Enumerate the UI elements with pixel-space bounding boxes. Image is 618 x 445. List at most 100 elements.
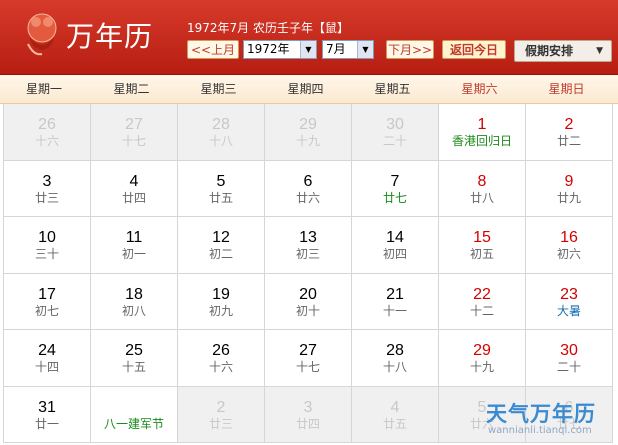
chevron-down-icon: ▼ — [357, 41, 373, 58]
calendar-day-cell[interactable]: 21 十一 — [352, 274, 439, 330]
lunar-date: 香港回归日 — [451, 134, 512, 148]
calendar-day-cell[interactable]: 29 十九 — [265, 104, 352, 161]
lunar-date: 十六 — [34, 134, 59, 148]
lunar-date: 十八 — [382, 360, 407, 374]
day-number: 22 — [473, 286, 491, 303]
lunar-date: 廿四 — [121, 191, 146, 205]
year-select[interactable]: 1972年 ▼ — [243, 40, 317, 59]
lunar-date: 廿七 — [382, 191, 407, 205]
day-number: 30 — [386, 116, 404, 133]
day-number: 12 — [212, 229, 230, 246]
calendar-day-cell[interactable]: 7 廿七 — [352, 161, 439, 217]
watermark-url: wannianli.tianqi.com — [488, 425, 592, 436]
day-number: 16 — [560, 229, 578, 246]
calendar-day-cell[interactable]: 2 廿二 — [526, 104, 613, 161]
lunar-date: 初九 — [208, 304, 233, 318]
calendar-day-cell[interactable]: 30 二十 — [352, 104, 439, 161]
calendar-day-cell[interactable]: 28 十八 — [352, 330, 439, 387]
lunar-date: 十一 — [382, 304, 407, 318]
calendar-day-cell[interactable]: 3 廿四 — [265, 387, 352, 443]
calendar-day-cell[interactable]: 八一建军节 — [91, 387, 178, 443]
calendar-day-cell[interactable]: 17 初七 — [3, 274, 91, 330]
lunar-date: 初六 — [556, 247, 581, 261]
lunar-date: 十二 — [469, 304, 494, 318]
day-number: 29 — [299, 116, 317, 133]
lunar-date: 三十 — [34, 247, 59, 261]
calendar-day-cell[interactable]: 1 香港回归日 — [439, 104, 526, 161]
calendar-day-cell[interactable]: 15 初五 — [439, 217, 526, 274]
calendar-day-cell[interactable]: 3 廿三 — [3, 161, 91, 217]
weekday-label: 星期四 — [287, 82, 324, 96]
return-today-button[interactable]: 返回今日 — [442, 40, 506, 59]
month-select-value: 7月 — [326, 42, 346, 56]
calendar-day-cell[interactable]: 12 初二 — [178, 217, 265, 274]
app-logo: 万年历 — [66, 20, 154, 53]
lunar-date: 十四 — [34, 360, 59, 374]
calendar-day-cell[interactable]: 16 初六 — [526, 217, 613, 274]
weekday-label: 星期一 — [25, 82, 62, 96]
lunar-date: 初七 — [34, 304, 59, 318]
calendar-day-cell[interactable]: 10 三十 — [3, 217, 91, 274]
rat-zodiac-icon — [27, 13, 57, 56]
day-number: 8 — [477, 173, 487, 190]
weekday-label: 星期二 — [113, 82, 150, 96]
calendar-day-cell[interactable]: 28 十八 — [178, 104, 265, 161]
calendar-day-cell[interactable]: 4 廿四 — [91, 161, 178, 217]
calendar-day-cell[interactable]: 18 初八 — [91, 274, 178, 330]
calendar-day-cell[interactable]: 26 十六 — [3, 104, 91, 161]
lunar-date: 十五 — [121, 360, 146, 374]
prev-month-button[interactable]: <<上月 — [187, 40, 239, 59]
calendar-day-cell[interactable]: 23 大暑 — [526, 274, 613, 330]
calendar-day-cell[interactable]: 9 廿九 — [526, 161, 613, 217]
calendar-day-cell[interactable]: 8 廿八 — [439, 161, 526, 217]
calendar-day-cell[interactable]: 27 十七 — [265, 330, 352, 387]
day-number: 31 — [38, 399, 56, 416]
day-number: 26 — [212, 342, 230, 359]
weekday-label: 星期六 — [461, 82, 498, 96]
calendar-day-cell[interactable]: 4 廿五 — [352, 387, 439, 443]
calendar-day-cell[interactable]: 29 十九 — [439, 330, 526, 387]
lunar-date: 初四 — [382, 247, 407, 261]
calendar-day-cell[interactable]: 22 十二 — [439, 274, 526, 330]
day-number: 30 — [560, 342, 578, 359]
calendar-day-cell[interactable]: 6 廿六 — [265, 161, 352, 217]
holiday-schedule-dropdown[interactable]: 假期安排 ▼ — [514, 40, 612, 62]
calendar-day-cell[interactable]: 19 初九 — [178, 274, 265, 330]
month-select[interactable]: 7月 ▼ — [322, 40, 374, 59]
calendar-grid: 26 十六 27 十七 28 十八 29 十九 30 二十 1 香港回归日 2 廿二 3 廿三 4 廿四 5 廿五 6 廿… — [3, 104, 613, 443]
calendar-day-cell[interactable]: 25 十五 — [91, 330, 178, 387]
calendar-day-cell[interactable]: 14 初四 — [352, 217, 439, 274]
next-month-button[interactable]: 下月>> — [386, 40, 434, 59]
calendar-day-cell[interactable]: 13 初三 — [265, 217, 352, 274]
calendar-day-cell[interactable]: 27 十七 — [91, 104, 178, 161]
calendar-day-cell[interactable]: 30 二十 — [526, 330, 613, 387]
day-number: 23 — [560, 286, 578, 303]
day-number: 3 — [303, 399, 313, 416]
lunar-date: 初三 — [295, 247, 320, 261]
day-number: 10 — [38, 229, 56, 246]
day-number: 14 — [386, 229, 404, 246]
day-number: 9 — [564, 173, 574, 190]
lunar-date: 初五 — [469, 247, 494, 261]
calendar-day-cell[interactable]: 31 廿一 — [3, 387, 91, 443]
day-number: 26 — [38, 116, 56, 133]
chevron-down-icon: ▼ — [300, 41, 316, 58]
calendar-day-cell[interactable]: 2 廿三 — [178, 387, 265, 443]
calendar-day-cell[interactable]: 5 廿五 — [178, 161, 265, 217]
day-number: 11 — [125, 229, 143, 246]
weekday-label: 星期三 — [200, 82, 237, 96]
day-number: 1 — [477, 116, 487, 133]
calendar-header: 万年历 1972年7月 农历壬子年【鼠】 <<上月 1972年 ▼ 7月 ▼ 下… — [0, 0, 618, 75]
holiday-schedule-label: 假期安排 — [525, 44, 574, 58]
lunar-date: 廿三 — [208, 417, 233, 431]
calendar-day-cell[interactable]: 24 十四 — [3, 330, 91, 387]
day-number: 21 — [386, 286, 404, 303]
day-number: 2 — [216, 399, 226, 416]
calendar-day-cell[interactable]: 20 初十 — [265, 274, 352, 330]
day-number: 17 — [38, 286, 56, 303]
lunar-date: 十九 — [295, 134, 320, 148]
calendar-day-cell[interactable]: 26 十六 — [178, 330, 265, 387]
lunar-date: 廿四 — [295, 417, 320, 431]
calendar-day-cell[interactable]: 11 初一 — [91, 217, 178, 274]
day-number: 18 — [125, 286, 143, 303]
